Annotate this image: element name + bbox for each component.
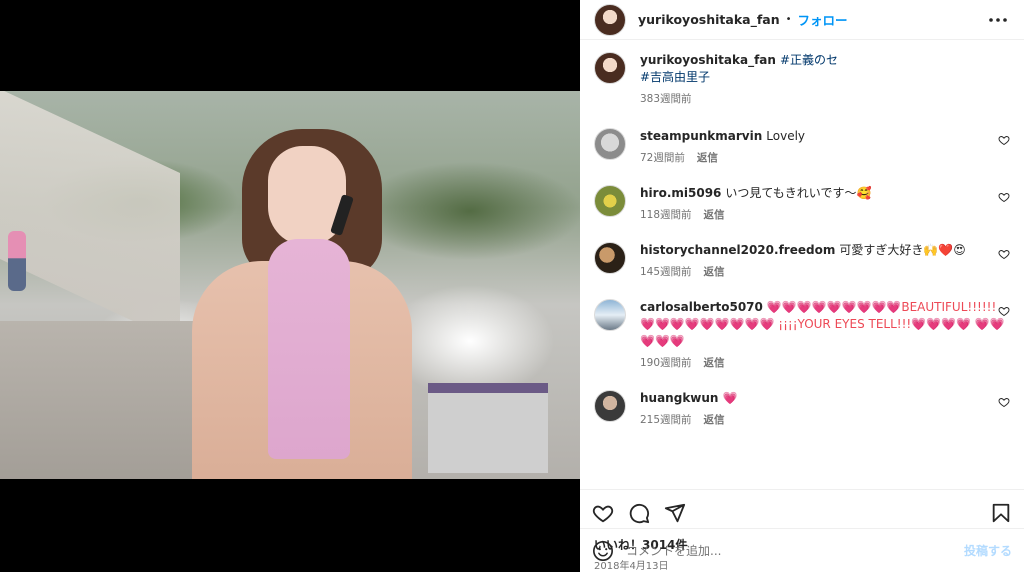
comment-text: 可愛すぎ大好き🙌❤️😍 <box>839 243 966 257</box>
comment-item: historychannel2020.freedom 可愛すぎ大好き🙌❤️😍 14… <box>594 242 1010 281</box>
comment-username[interactable]: carlosalberto5070 <box>640 300 763 314</box>
like-comment-icon[interactable] <box>998 396 1010 408</box>
comment-avatar[interactable] <box>594 390 626 422</box>
bookmark-save-icon[interactable] <box>990 502 1012 524</box>
author-avatar[interactable] <box>594 3 626 36</box>
comment-text: いつ見てもきれいです〜🥰 <box>725 186 872 200</box>
like-comment-icon[interactable] <box>998 248 1010 260</box>
share-send-icon[interactable] <box>664 502 686 524</box>
caption-body: yurikoyoshitaka_fan #正義のセ #吉高由里子 383週間前 <box>640 52 1010 108</box>
like-comment-icon[interactable] <box>998 305 1010 317</box>
comment-body: steampunkmarvin Lovely 72週間前 返信 <box>640 128 1010 167</box>
comment-bubble-icon[interactable] <box>628 502 650 524</box>
reply-button[interactable]: 返信 <box>704 412 725 429</box>
comment-username[interactable]: huangkwun <box>640 391 718 405</box>
comment-timestamp: 72週間前 <box>640 152 685 164</box>
comment-timestamp: 118週間前 <box>640 209 692 221</box>
photo-child <box>8 231 26 291</box>
comment-body: huangkwun 💗 215週間前 返信 <box>640 390 1010 429</box>
caption-username[interactable]: yurikoyoshitaka_fan <box>640 53 776 67</box>
more-options-icon[interactable] <box>986 8 1010 32</box>
comment-username[interactable]: hiro.mi5096 <box>640 186 721 200</box>
media-area <box>0 0 580 572</box>
comment-item: hiro.mi5096 いつ見てもきれいです〜🥰 118週間前 返信 <box>594 185 1010 224</box>
comment-timestamp: 190週間前 <box>640 357 692 369</box>
post-header: yurikoyoshitaka_fan • フォロー <box>580 0 1024 40</box>
comment-username[interactable]: steampunkmarvin <box>640 129 762 143</box>
comment-text-continued: 💗💗💗💗💗💗💗💗💗 ¡¡¡¡YOUR EYES TELL!!!💗💗💗💗 💗💗💗💗… <box>640 317 1005 348</box>
comment-avatar[interactable] <box>594 185 626 217</box>
comment-text: 💗 <box>722 391 738 405</box>
author-username[interactable]: yurikoyoshitaka_fan <box>638 12 780 27</box>
comment-item: steampunkmarvin Lovely 72週間前 返信 <box>594 128 1010 167</box>
emoji-icon[interactable] <box>592 540 614 562</box>
caption-timestamp: 383週間前 <box>640 93 692 105</box>
hashtag-link[interactable]: #吉高由里子 <box>640 70 710 84</box>
comment-avatar[interactable] <box>594 299 626 331</box>
like-comment-icon[interactable] <box>998 134 1010 146</box>
reply-button[interactable]: 返信 <box>697 150 718 167</box>
comment-avatar[interactable] <box>594 242 626 274</box>
like-comment-icon[interactable] <box>998 191 1010 203</box>
post-comment-button[interactable]: 投稿する <box>964 542 1012 559</box>
photo-scarf <box>268 239 350 459</box>
post-photo[interactable] <box>0 91 580 479</box>
caption-meta: 383週間前 <box>640 91 1010 108</box>
separator-dot: • <box>785 14 792 25</box>
comment-avatar[interactable] <box>594 128 626 160</box>
comment-input[interactable] <box>626 543 964 558</box>
photo-planter <box>428 383 548 473</box>
comment-text: 💗💗💗💗💗💗💗💗💗BEAUTIFUL!!!!!! <box>766 300 997 314</box>
reply-button[interactable]: 返信 <box>704 207 725 224</box>
comment-body: historychannel2020.freedom 可愛すぎ大好き🙌❤️😍 14… <box>640 242 1010 281</box>
photo-stairs <box>0 91 180 343</box>
caption-avatar[interactable] <box>594 52 626 84</box>
comment-item: carlosalberto5070 💗💗💗💗💗💗💗💗💗BEAUTIFUL!!!!!… <box>594 299 1010 372</box>
instagram-post-view: yurikoyoshitaka_fan • フォロー yurikoyoshita… <box>0 0 1024 572</box>
like-heart-icon[interactable] <box>592 502 614 524</box>
follow-button[interactable]: フォロー <box>798 10 848 29</box>
comment-body: hiro.mi5096 いつ見てもきれいです〜🥰 118週間前 返信 <box>640 185 1010 224</box>
caption: yurikoyoshitaka_fan #正義のセ #吉高由里子 383週間前 <box>594 52 1010 108</box>
comment-text: Lovely <box>766 129 806 143</box>
comments-list[interactable]: yurikoyoshitaka_fan #正義のセ #吉高由里子 383週間前 s… <box>580 40 1024 490</box>
hashtag-link[interactable]: #正義のセ <box>780 53 838 67</box>
post-side-panel: yurikoyoshitaka_fan • フォロー yurikoyoshita… <box>580 0 1024 572</box>
comment-body: carlosalberto5070 💗💗💗💗💗💗💗💗💗BEAUTIFUL!!!!!… <box>640 299 1010 372</box>
comment-item: huangkwun 💗 215週間前 返信 <box>594 390 1010 429</box>
comment-username[interactable]: historychannel2020.freedom <box>640 243 835 257</box>
reply-button[interactable]: 返信 <box>704 355 725 372</box>
comment-timestamp: 215週間前 <box>640 414 692 426</box>
reply-button[interactable]: 返信 <box>704 264 725 281</box>
comment-timestamp: 145週間前 <box>640 266 692 278</box>
add-comment-bar: 投稿する <box>580 528 1024 572</box>
